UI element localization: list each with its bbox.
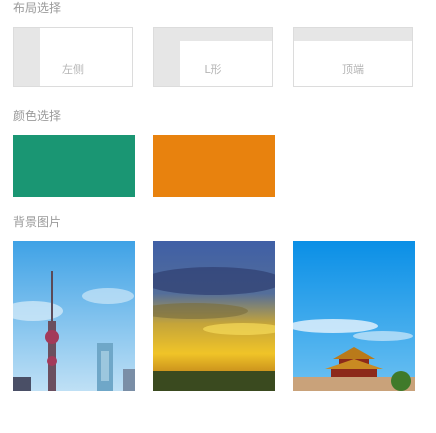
- color-swatch-green[interactable]: [13, 135, 135, 197]
- layout-option-left[interactable]: 左侧: [13, 27, 133, 87]
- layout-option-label: 左侧: [62, 63, 84, 76]
- background-option-palace[interactable]: [293, 241, 415, 391]
- layout-option-label: 顶端: [342, 63, 364, 76]
- layout-left-sidebar-block: [14, 28, 40, 86]
- palace-roof-image: [293, 241, 415, 391]
- layout-option-label: L形: [204, 63, 222, 76]
- layout-section-title: 布局选择: [13, 1, 62, 15]
- layout-top-bar-block: [294, 28, 412, 41]
- city-tower-image: [13, 241, 135, 391]
- background-section-title: 背景图片: [13, 215, 62, 229]
- background-option-sunset[interactable]: [153, 241, 275, 391]
- color-section-title: 颜色选择: [13, 109, 62, 123]
- background-option-city[interactable]: [13, 241, 135, 391]
- layout-settings-panel: 布局选择 左侧 L形 顶端 颜色选择 背景图片: [0, 0, 436, 433]
- layout-option-top[interactable]: 顶端: [293, 27, 413, 87]
- sunset-clouds-image: [153, 241, 275, 391]
- color-swatch-orange[interactable]: [153, 135, 275, 197]
- layout-lshape-side-block: [154, 28, 180, 86]
- layout-option-lshape[interactable]: L形: [153, 27, 273, 87]
